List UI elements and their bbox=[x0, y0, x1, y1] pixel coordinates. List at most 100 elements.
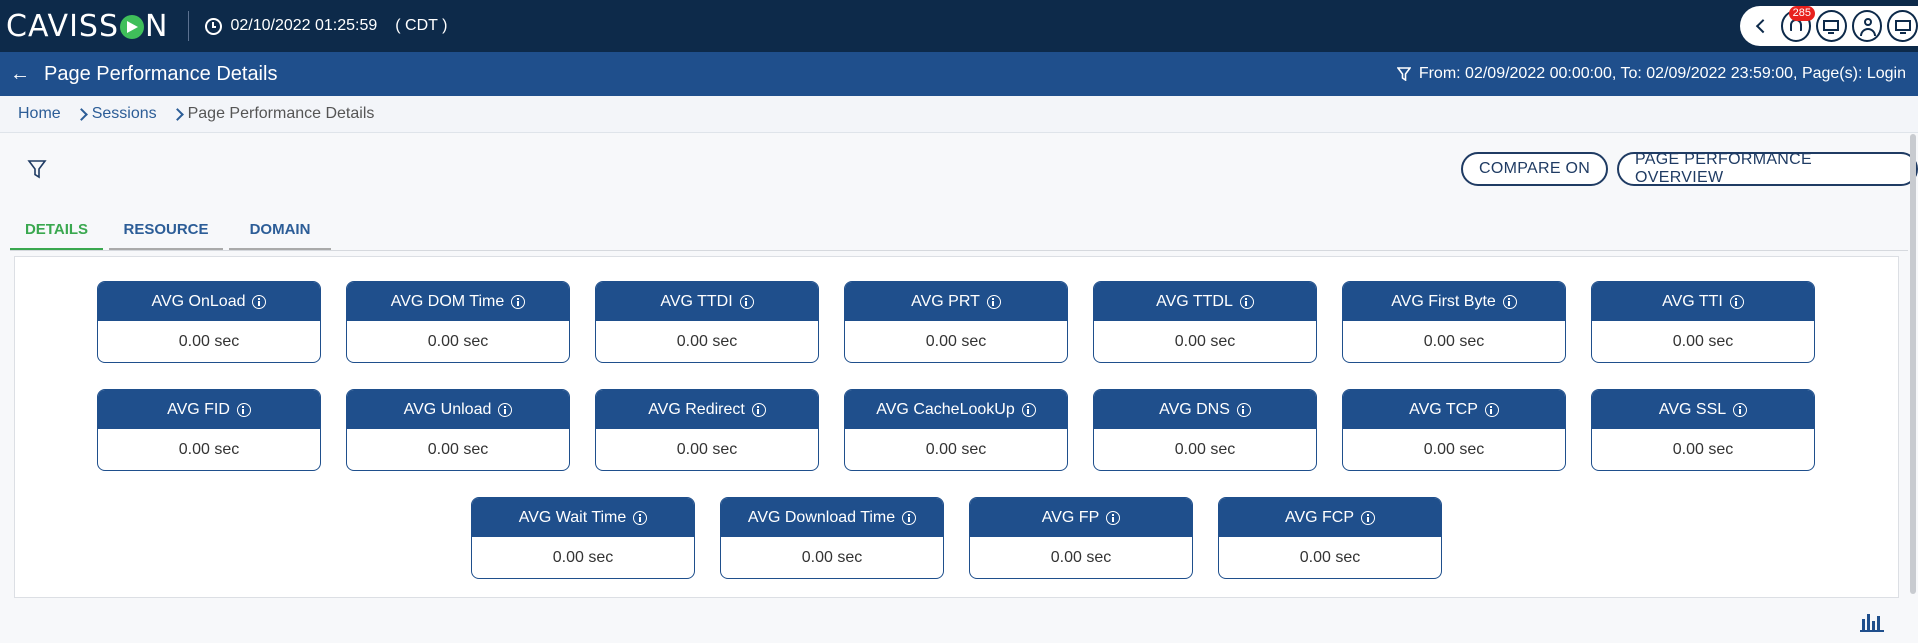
metric-value: 0.00 sec bbox=[1672, 440, 1734, 458]
metric-card: AVG DOM Time 0.00 sec bbox=[346, 281, 570, 363]
metric-card: AVG FCP 0.00 sec bbox=[1218, 497, 1442, 579]
info-icon[interactable] bbox=[902, 510, 917, 525]
chevron-left-icon[interactable] bbox=[1755, 19, 1770, 33]
cavisson-logo[interactable]: CAVISS N bbox=[6, 0, 168, 52]
info-icon[interactable] bbox=[1733, 402, 1748, 417]
metric-card: AVG OnLoad 0.00 sec bbox=[97, 281, 321, 363]
filter-summary: From: 02/09/2022 00:00:00, To: 02/09/202… bbox=[1396, 52, 1906, 96]
display-button[interactable] bbox=[1887, 10, 1918, 42]
tab-details[interactable]: DETAILS bbox=[10, 210, 103, 250]
user-icon bbox=[1863, 18, 1872, 26]
info-icon[interactable] bbox=[1361, 510, 1376, 525]
metric-card-header: AVG First Byte bbox=[1343, 282, 1565, 321]
metric-card-header: AVG TTDL bbox=[1094, 282, 1316, 321]
top-bar: CAVISS N 02/10/2022 01:25:59 ( CDT ) 285 bbox=[0, 0, 1918, 52]
metric-value: 0.00 sec bbox=[427, 332, 489, 350]
metric-value: 0.00 sec bbox=[1299, 548, 1361, 566]
metric-label: AVG FCP bbox=[1284, 508, 1355, 526]
monitor-button[interactable] bbox=[1816, 10, 1847, 42]
metric-value: 0.00 sec bbox=[1423, 440, 1485, 458]
metric-card-header: AVG Unload bbox=[347, 390, 569, 429]
display-icon bbox=[1894, 19, 1911, 34]
metric-card: AVG PRT 0.00 sec bbox=[844, 281, 1068, 363]
tab-domain[interactable]: DOMAIN bbox=[229, 210, 331, 250]
info-icon[interactable] bbox=[236, 402, 251, 417]
metric-card-header: AVG Redirect bbox=[596, 390, 818, 429]
tab-bar: DETAILS RESOURCE DOMAIN bbox=[10, 210, 1908, 251]
metric-label: AVG Download Time bbox=[747, 508, 896, 526]
user-button[interactable] bbox=[1851, 10, 1883, 42]
topbar-divider bbox=[188, 11, 190, 41]
metric-value: 0.00 sec bbox=[925, 440, 987, 458]
timezone: ( CDT ) bbox=[395, 17, 448, 34]
info-icon[interactable] bbox=[1236, 402, 1251, 417]
info-icon[interactable] bbox=[1106, 510, 1121, 525]
metric-card: AVG First Byte 0.00 sec bbox=[1342, 281, 1566, 363]
metric-value: 0.00 sec bbox=[178, 440, 240, 458]
metric-card: AVG CacheLookUp 0.00 sec bbox=[844, 389, 1068, 471]
metric-card-header: AVG CacheLookUp bbox=[845, 390, 1067, 429]
title-bar: ← Page Performance Details From: 02/09/2… bbox=[0, 52, 1918, 96]
info-icon[interactable] bbox=[633, 510, 648, 525]
metric-card: AVG FID 0.00 sec bbox=[97, 389, 321, 471]
info-icon[interactable] bbox=[1239, 294, 1254, 309]
metric-label: AVG Wait Time bbox=[518, 508, 627, 526]
metric-card: AVG TTI 0.00 sec bbox=[1591, 281, 1815, 363]
metric-label: AVG FP bbox=[1041, 508, 1100, 526]
metric-card: AVG DNS 0.00 sec bbox=[1093, 389, 1317, 471]
filter-summary-text: From: 02/09/2022 00:00:00, To: 02/09/202… bbox=[1418, 65, 1906, 82]
info-icon[interactable] bbox=[511, 294, 526, 309]
clock-icon bbox=[205, 17, 223, 35]
vertical-scrollbar[interactable] bbox=[1910, 134, 1916, 594]
page-title: Page Performance Details bbox=[44, 62, 278, 85]
monitor-icon bbox=[1823, 19, 1840, 34]
info-icon[interactable] bbox=[1484, 402, 1499, 417]
metric-card-header: AVG DOM Time bbox=[347, 282, 569, 321]
metric-label: AVG TCP bbox=[1409, 400, 1478, 418]
tab-resource[interactable]: RESOURCE bbox=[109, 210, 223, 250]
filter-icon[interactable] bbox=[26, 158, 48, 180]
metric-card: AVG Wait Time 0.00 sec bbox=[471, 497, 695, 579]
breadcrumb-current: Page Performance Details bbox=[187, 105, 375, 122]
info-icon[interactable] bbox=[739, 294, 754, 309]
metric-value: 0.00 sec bbox=[552, 548, 614, 566]
info-icon[interactable] bbox=[498, 402, 513, 417]
compare-on-button[interactable]: COMPARE ON bbox=[1461, 152, 1609, 186]
metric-card-header: AVG SSL bbox=[1592, 390, 1814, 429]
metric-card: AVG SSL 0.00 sec bbox=[1591, 389, 1815, 471]
metric-card-header: AVG FID bbox=[98, 390, 320, 429]
logo-text-start: CAVISS bbox=[6, 8, 120, 44]
metric-value: 0.00 sec bbox=[1050, 548, 1112, 566]
bar-chart-icon[interactable] bbox=[1860, 610, 1884, 632]
metric-value: 0.00 sec bbox=[1174, 440, 1236, 458]
notifications-button[interactable]: 285 bbox=[1780, 6, 1815, 42]
metric-label: AVG SSL bbox=[1658, 400, 1727, 418]
metric-value: 0.00 sec bbox=[676, 440, 738, 458]
metric-label: AVG TTDL bbox=[1156, 292, 1233, 310]
metric-card: AVG TCP 0.00 sec bbox=[1342, 389, 1566, 471]
metric-value: 0.00 sec bbox=[1672, 332, 1734, 350]
metric-label: AVG PRT bbox=[911, 292, 980, 310]
info-icon[interactable] bbox=[1502, 294, 1517, 309]
breadcrumb-home[interactable]: Home bbox=[18, 105, 61, 123]
page-performance-overview-button[interactable]: PAGE PERFORMANCE OVERVIEW bbox=[1617, 151, 1918, 186]
info-icon[interactable] bbox=[751, 402, 766, 417]
metric-card-header: AVG TCP bbox=[1343, 390, 1565, 429]
metric-card-header: AVG DNS bbox=[1094, 390, 1316, 429]
metric-value: 0.00 sec bbox=[427, 440, 489, 458]
metric-label: AVG OnLoad bbox=[151, 292, 246, 310]
breadcrumb-sessions[interactable]: Sessions bbox=[92, 105, 157, 123]
metric-label: AVG DOM Time bbox=[390, 292, 505, 310]
info-icon[interactable] bbox=[1021, 402, 1036, 417]
metric-value: 0.00 sec bbox=[1174, 332, 1236, 350]
metric-card-header: AVG TTDI bbox=[596, 282, 818, 321]
metric-card-header: AVG Download Time bbox=[721, 498, 943, 537]
metric-label: AVG First Byte bbox=[1391, 292, 1496, 310]
info-icon[interactable] bbox=[986, 294, 1001, 309]
metric-value: 0.00 sec bbox=[1423, 332, 1485, 350]
info-icon[interactable] bbox=[252, 294, 267, 309]
chevron-right-icon bbox=[170, 107, 184, 121]
back-arrow-icon[interactable]: ← bbox=[10, 63, 30, 86]
info-icon[interactable] bbox=[1729, 294, 1744, 309]
metric-card: AVG TTDL 0.00 sec bbox=[1093, 281, 1317, 363]
